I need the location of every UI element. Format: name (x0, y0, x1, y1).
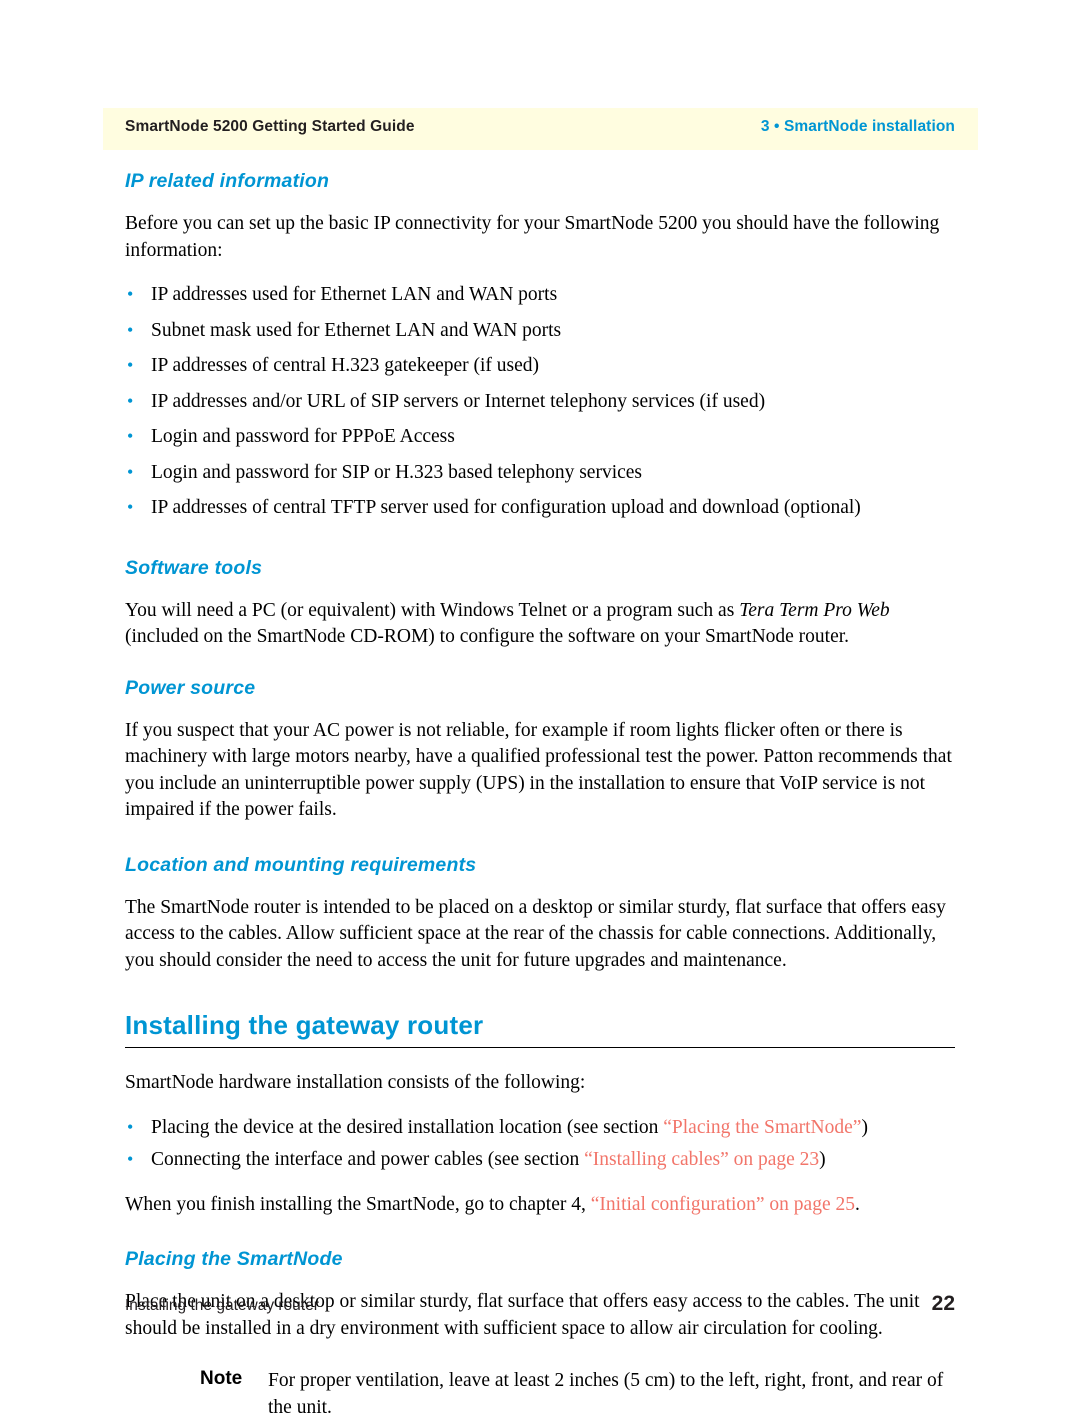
heading-placing-the-smartnode: Placing the SmartNode (125, 1248, 343, 1270)
closing-post: . (855, 1193, 860, 1215)
software-tools-product-name: Tera Term Pro Web (739, 599, 890, 621)
paragraph-power-source: If you suspect that your AC power is not… (125, 719, 952, 821)
list-ip-related-bullets: IP addresses used for Ethernet LAN and W… (125, 281, 955, 522)
note-block: Note For proper ventilation, leave at le… (125, 1368, 955, 1421)
heading-software-tools: Software tools (125, 556, 263, 579)
list-item: Subnet mask used for Ethernet LAN and WA… (125, 317, 955, 345)
footer-page-number: 22 (931, 1292, 955, 1315)
document-page: SmartNode 5200 Getting Started Guide 3 •… (0, 0, 1080, 1418)
page-content: IP related information Before you can se… (125, 170, 955, 1421)
list-item: IP addresses and/or URL of SIP servers o… (125, 388, 955, 416)
list-item: IP addresses used for Ethernet LAN and W… (125, 281, 955, 309)
list-item: Connecting the interface and power cable… (125, 1146, 955, 1174)
heading-installing-the-gateway-router: Installing the gateway router (125, 1010, 955, 1048)
list-item: Login and password for SIP or H.323 base… (125, 459, 955, 487)
note-label: Note (200, 1368, 243, 1389)
paragraph-software-tools: You will need a PC (or equivalent) with … (125, 598, 955, 651)
paragraph-installing-closing: When you finish installing the SmartNode… (125, 1192, 955, 1219)
closing-pre: When you finish installing the SmartNode… (125, 1193, 591, 1215)
bullet1-post: ) (861, 1116, 868, 1138)
header-chapter-title: 3 • SmartNode installation (760, 118, 955, 135)
paragraph-installing-intro: SmartNode hardware installation consists… (125, 1072, 586, 1093)
software-tools-text-part2: (included on the SmartNode CD-ROM) to co… (125, 626, 850, 647)
paragraph-location-and-mounting: The SmartNode router is intended to be p… (125, 896, 946, 971)
bullet2-post: ) (819, 1149, 826, 1170)
paragraph-ip-related-intro: Before you can set up the basic IP conne… (125, 213, 940, 261)
software-tools-text-part1: You will need a PC (or equivalent) with … (125, 599, 740, 621)
cross-reference-placing-the-smartnode[interactable]: “Placing the SmartNode” (663, 1117, 861, 1138)
list-item: Login and password for PPPoE Access (125, 423, 955, 451)
heading-location-and-mounting-requirements: Location and mounting requirements (125, 853, 477, 876)
bullet1-pre: Placing the device at the desired instal… (151, 1116, 664, 1138)
list-item: Placing the device at the desired instal… (125, 1114, 955, 1142)
bullet2-pre: Connecting the interface and power cable… (151, 1149, 585, 1170)
cross-reference-initial-configuration[interactable]: “Initial configuration” on page 25 (591, 1194, 855, 1215)
list-item: IP addresses of central H.323 gatekeeper… (125, 352, 955, 380)
footer-section-title: Installing the gateway router (125, 1297, 319, 1314)
heading-ip-related-information: IP related information (125, 170, 330, 192)
cross-reference-installing-cables[interactable]: “Installing cables” on page 23 (584, 1149, 819, 1170)
header-guide-title: SmartNode 5200 Getting Started Guide (125, 118, 415, 135)
list-installation-steps: Placing the device at the desired instal… (125, 1114, 955, 1174)
note-text: For proper ventilation, leave at least 2… (268, 1370, 944, 1418)
heading-power-source: Power source (125, 676, 256, 699)
list-item: IP addresses of central TFTP server used… (125, 494, 955, 522)
